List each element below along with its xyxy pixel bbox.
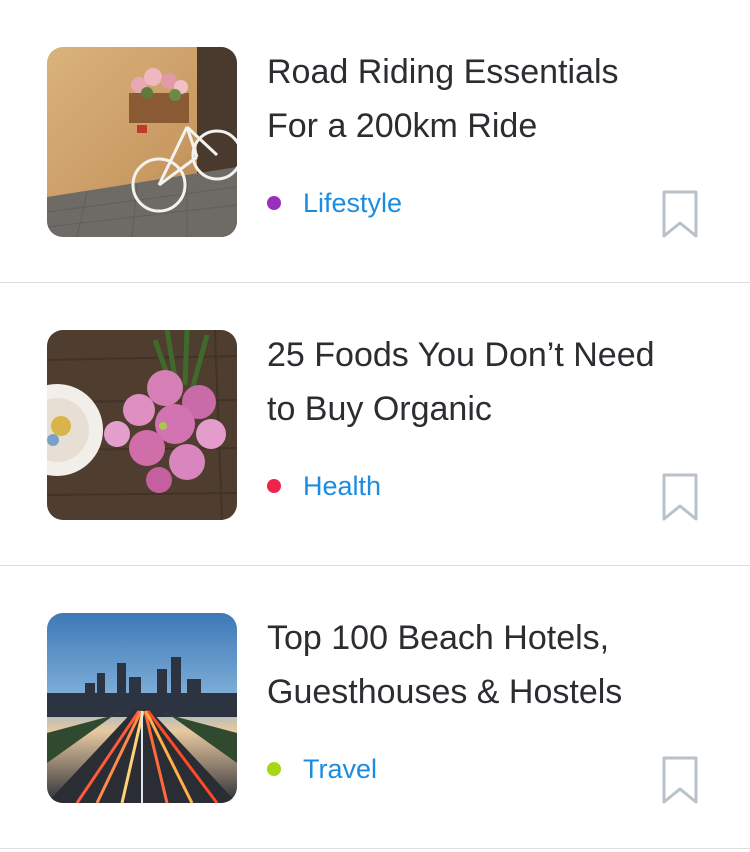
article-card-road-riding[interactable]: Road Riding Essentials For a 200km Ride L… <box>0 0 750 283</box>
bicycle-image <box>47 47 237 237</box>
article-title[interactable]: Road Riding Essentials For a 200km Ride <box>267 45 707 153</box>
article-title-line-2: For a 200km Ride <box>267 107 538 145</box>
category-dot <box>267 479 281 493</box>
category-dot <box>267 762 281 776</box>
category-label: Lifestyle <box>303 187 403 218</box>
article-title-line-1: Road Riding Essentials <box>267 53 619 91</box>
category-dot <box>267 196 281 210</box>
bookmark-icon[interactable] <box>662 190 698 238</box>
article-thumbnail-bicycle[interactable] <box>47 47 237 237</box>
category-label: Health <box>303 470 382 501</box>
category-tag-travel[interactable]: Travel <box>267 749 377 789</box>
dahlia-flowers-image <box>47 330 237 520</box>
category-label: Travel <box>303 753 378 784</box>
article-thumbnail-city[interactable] <box>47 613 237 803</box>
article-title-line-2: to Buy Organic <box>267 390 492 428</box>
bookmark-icon[interactable] <box>662 756 698 804</box>
article-title[interactable]: Top 100 Beach Hotels, Guesthouses & Hoste… <box>267 611 707 719</box>
city-highway-image <box>47 613 237 803</box>
article-card-organic-foods[interactable]: 25 Foods You Don’t Need to Buy Organic He… <box>0 283 750 566</box>
bookmark-icon[interactable] <box>662 473 698 521</box>
article-title-line-1: Top 100 Beach Hotels, <box>267 619 610 657</box>
article-title-line-2: Guesthouses & Hostels <box>267 673 623 711</box>
article-card-beach-hotels[interactable]: Top 100 Beach Hotels, Guesthouses & Hoste… <box>0 566 750 849</box>
article-thumbnail-flowers[interactable] <box>47 330 237 520</box>
article-title-line-1: 25 Foods You Don’t Need <box>267 336 655 374</box>
article-list: Road Riding Essentials For a 200km Ride L… <box>0 0 750 849</box>
category-tag-health[interactable]: Health <box>267 466 381 506</box>
category-tag-lifestyle[interactable]: Lifestyle <box>267 183 402 223</box>
article-title[interactable]: 25 Foods You Don’t Need to Buy Organic <box>267 328 707 436</box>
